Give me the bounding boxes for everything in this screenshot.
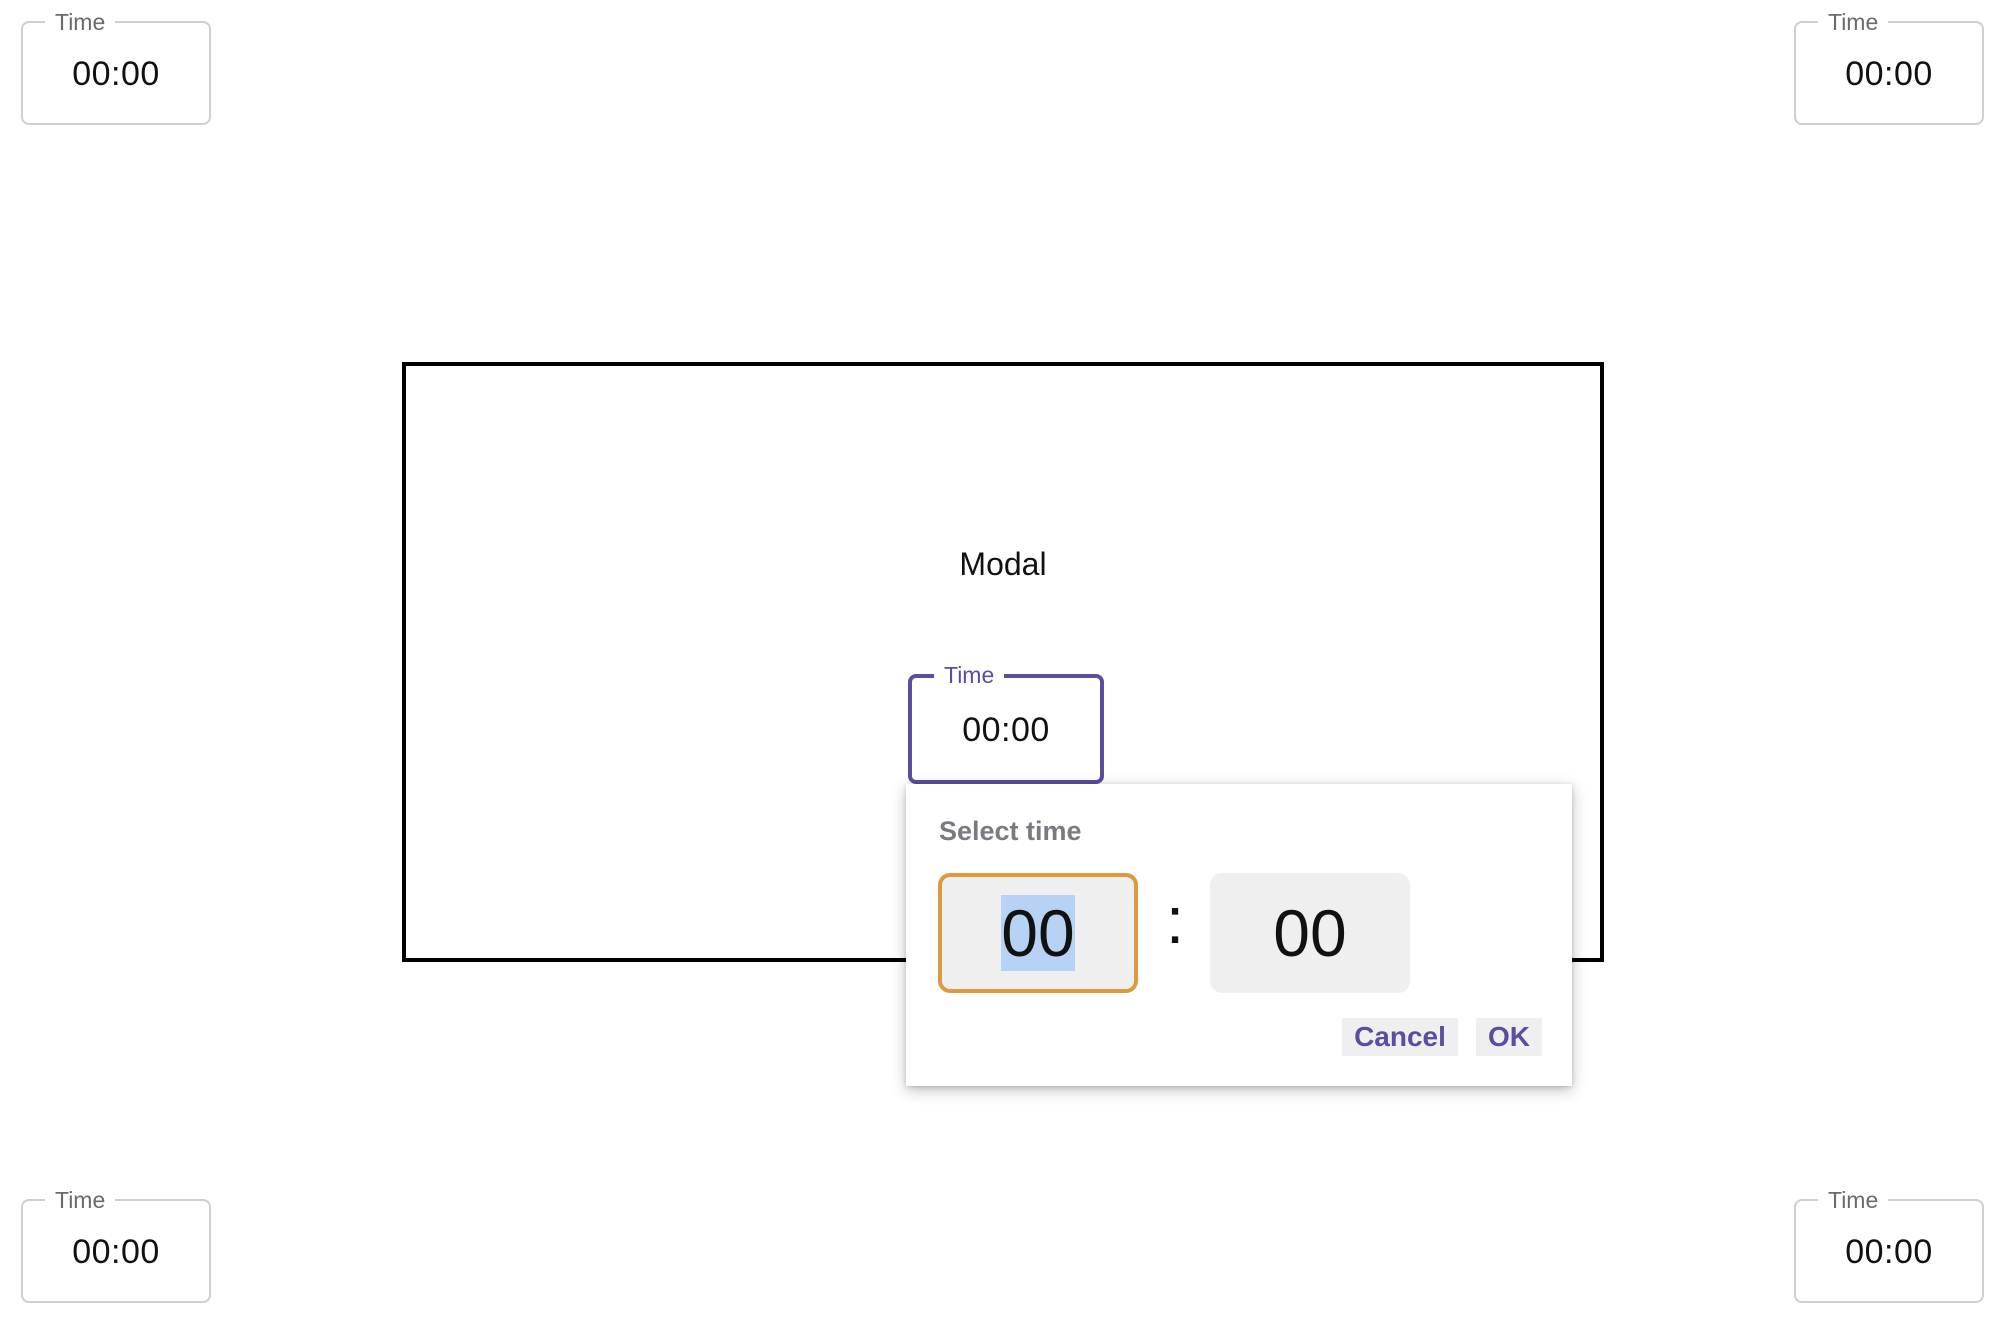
time-field-label: Time bbox=[1818, 9, 1889, 35]
modal-title: Modal bbox=[959, 546, 1047, 582]
picker-heading: Select time bbox=[939, 816, 1082, 846]
time-field-label: Time bbox=[934, 662, 1005, 688]
time-field-label: Time bbox=[45, 9, 116, 35]
minute-value[interactable]: 00 bbox=[1273, 895, 1346, 971]
time-field-top-left[interactable]: Time 00:00 bbox=[21, 9, 211, 125]
time-field-value[interactable]: 00:00 bbox=[1845, 1233, 1933, 1272]
time-field-value[interactable]: 00:00 bbox=[72, 1233, 160, 1272]
time-picker-popup: Select time 00 : 00 Cancel OK bbox=[906, 784, 1572, 1086]
page: Time 00:00 Time 00:00 Time 00:00 Time 00… bbox=[0, 0, 2000, 1320]
time-field-value[interactable]: 00:00 bbox=[962, 711, 1050, 750]
hour-value[interactable]: 00 bbox=[1001, 895, 1075, 971]
time-field-label: Time bbox=[1818, 1187, 1889, 1213]
time-separator: : bbox=[1165, 883, 1185, 957]
hour-input[interactable]: 00 bbox=[938, 873, 1138, 993]
time-field-label: Time bbox=[45, 1187, 116, 1213]
minute-input[interactable]: 00 bbox=[1210, 873, 1410, 993]
time-field-value[interactable]: 00:00 bbox=[72, 55, 160, 94]
cancel-button[interactable]: Cancel bbox=[1342, 1018, 1458, 1056]
time-field-bottom-left[interactable]: Time 00:00 bbox=[21, 1187, 211, 1303]
time-field-value[interactable]: 00:00 bbox=[1845, 55, 1933, 94]
ok-button[interactable]: OK bbox=[1476, 1018, 1542, 1056]
modal-time-field[interactable]: Time 00:00 bbox=[908, 662, 1104, 784]
time-field-top-right[interactable]: Time 00:00 bbox=[1794, 9, 1984, 125]
time-field-bottom-right[interactable]: Time 00:00 bbox=[1794, 1187, 1984, 1303]
